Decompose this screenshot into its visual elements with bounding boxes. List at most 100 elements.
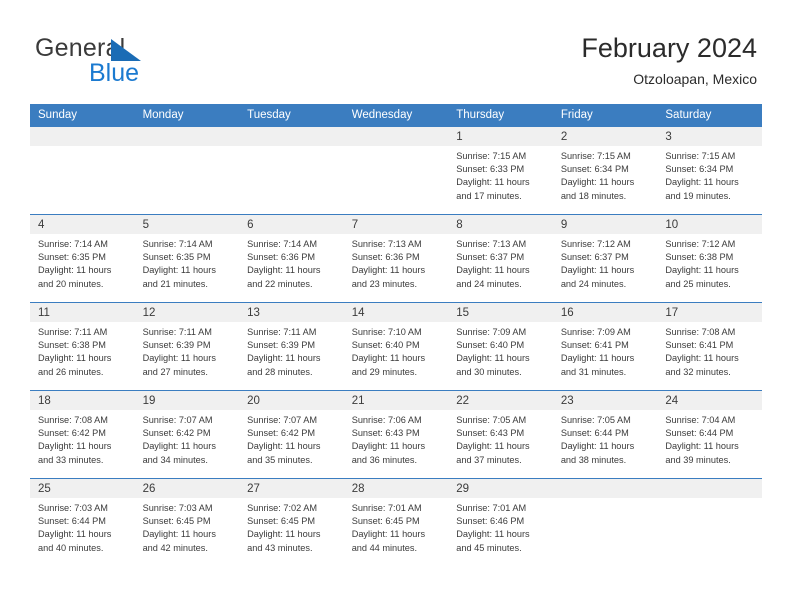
day-number: 23 [552, 391, 658, 410]
sunrise-time: Sunrise: 7:03 AM [38, 503, 108, 513]
calendar-day-cell[interactable]: 13 Sunrise: 7:11 AM Sunset: 6:39 PM Dayligh… [239, 302, 344, 391]
sunset-time: Sunset: 6:44 PM [38, 516, 106, 527]
day-number: 10 [657, 215, 762, 234]
daylight-duration-line1: Daylight: 11 hours [665, 353, 739, 364]
calendar-day-cell[interactable]: 6 Sunrise: 7:14 AM Sunset: 6:36 PM Daylight… [239, 214, 344, 303]
calendar-empty-cell [657, 478, 762, 567]
calendar-empty-cell [343, 126, 449, 215]
daylight-duration-line2: and 27 minutes. [142, 366, 208, 377]
calendar-day-cell[interactable]: 24 Sunrise: 7:04 AM Sunset: 6:44 PM Dayligh… [657, 390, 762, 479]
day-details: Sunrise: 7:08 AM Sunset: 6:42 PM Daylight:… [30, 410, 135, 467]
sunset-time: Sunset: 6:39 PM [142, 340, 211, 351]
sunset-time: Sunset: 6:36 PM [351, 252, 420, 263]
calendar-day-cell[interactable]: 8 Sunrise: 7:13 AM Sunset: 6:37 PM Daylight… [448, 214, 553, 303]
calendar-day-cell[interactable]: 7 Sunrise: 7:13 AM Sunset: 6:36 PM Daylight… [343, 214, 449, 303]
day-details: Sunrise: 7:01 AM Sunset: 6:45 PM Daylight:… [344, 498, 449, 555]
calendar-day-cell[interactable]: 19 Sunrise: 7:07 AM Sunset: 6:42 PM Dayligh… [134, 390, 240, 479]
logo-text-blue: Blue [89, 59, 140, 87]
calendar-day-cell[interactable]: 22 Sunrise: 7:05 AM Sunset: 6:43 PM Dayligh… [448, 390, 553, 479]
day-number: 29 [448, 479, 553, 498]
day-details: Sunrise: 7:12 AM Sunset: 6:38 PM Daylight:… [657, 234, 762, 291]
general-blue-logo[interactable]: General Blue [35, 36, 245, 92]
calendar-day-cell[interactable]: 21 Sunrise: 7:06 AM Sunset: 6:43 PM Dayligh… [343, 390, 449, 479]
calendar-day-cell[interactable]: 26 Sunrise: 7:03 AM Sunset: 6:45 PM Dayligh… [134, 478, 240, 567]
weekday-header-sunday: Sunday [30, 104, 135, 127]
calendar-day-cell[interactable]: 3 Sunrise: 7:15 AM Sunset: 6:34 PM Daylight… [657, 126, 762, 215]
daylight-duration-line1: Daylight: 11 hours [665, 441, 739, 452]
sunrise-time: Sunrise: 7:12 AM [560, 239, 631, 249]
calendar-day-cell[interactable]: 9 Sunrise: 7:12 AM Sunset: 6:37 PM Daylight… [552, 214, 658, 303]
day-number: 15 [448, 303, 553, 322]
sunrise-time: Sunrise: 7:08 AM [665, 327, 736, 337]
calendar-day-cell[interactable]: 10 Sunrise: 7:12 AM Sunset: 6:38 PM Dayligh… [657, 214, 762, 303]
sunrise-time: Sunrise: 7:15 AM [665, 151, 736, 161]
calendar-grid: Sunday Monday Tuesday Wednesday Thursday… [30, 104, 762, 567]
calendar-day-cell[interactable]: 4 Sunrise: 7:14 AM Sunset: 6:35 PM Daylight… [30, 214, 135, 303]
weekday-header-friday: Friday [552, 104, 658, 127]
day-details: Sunrise: 7:13 AM Sunset: 6:36 PM Daylight:… [344, 234, 449, 291]
calendar-week-row: 18 Sunrise: 7:08 AM Sunset: 6:42 PM Dayligh… [30, 390, 762, 479]
calendar-day-cell[interactable]: 16 Sunrise: 7:09 AM Sunset: 6:41 PM Dayligh… [552, 302, 658, 391]
sunrise-time: Sunrise: 7:13 AM [351, 239, 422, 249]
daylight-duration-line1: Daylight: 11 hours [142, 441, 216, 452]
sunrise-time: Sunrise: 7:12 AM [665, 239, 736, 249]
calendar-day-cell[interactable]: 2 Sunrise: 7:15 AM Sunset: 6:34 PM Daylight… [552, 126, 658, 215]
daylight-duration-line2: and 17 minutes. [456, 190, 522, 201]
calendar-day-cell[interactable]: 12 Sunrise: 7:11 AM Sunset: 6:39 PM Dayligh… [134, 302, 240, 391]
sunset-time: Sunset: 6:36 PM [247, 252, 316, 263]
day-details: Sunrise: 7:15 AM Sunset: 6:34 PM Daylight:… [657, 146, 762, 203]
sunrise-time: Sunrise: 7:09 AM [560, 327, 631, 337]
sunrise-time: Sunrise: 7:07 AM [142, 415, 213, 425]
calendar-day-cell[interactable]: 14 Sunrise: 7:10 AM Sunset: 6:40 PM Dayligh… [343, 302, 449, 391]
calendar-day-cell[interactable]: 1 Sunrise: 7:15 AM Sunset: 6:33 PM Daylight… [448, 126, 553, 215]
sunset-time: Sunset: 6:41 PM [665, 340, 734, 351]
calendar-day-cell[interactable]: 15 Sunrise: 7:09 AM Sunset: 6:40 PM Dayligh… [448, 302, 553, 391]
page-header: General Blue February 2024 Otzoloapan, M… [0, 0, 792, 104]
sunrise-time: Sunrise: 7:06 AM [351, 415, 422, 425]
daylight-duration-line2: and 45 minutes. [456, 542, 522, 553]
calendar-day-cell[interactable]: 17 Sunrise: 7:08 AM Sunset: 6:41 PM Dayligh… [657, 302, 762, 391]
calendar-week-row: 4 Sunrise: 7:14 AM Sunset: 6:35 PM Daylight… [30, 214, 762, 303]
daylight-duration-line1: Daylight: 11 hours [456, 529, 530, 540]
sunrise-time: Sunrise: 7:10 AM [351, 327, 422, 337]
daylight-duration-line2: and 40 minutes. [38, 542, 104, 553]
calendar-day-cell[interactable]: 27 Sunrise: 7:02 AM Sunset: 6:45 PM Dayligh… [239, 478, 344, 567]
sunset-time: Sunset: 6:34 PM [665, 164, 734, 175]
sunrise-time: Sunrise: 7:01 AM [456, 503, 527, 513]
day-number: 5 [134, 215, 240, 234]
daylight-duration-line2: and 43 minutes. [247, 542, 313, 553]
day-number [134, 127, 240, 146]
day-number: 11 [30, 303, 135, 322]
calendar-empty-cell [134, 126, 240, 215]
day-number: 14 [343, 303, 449, 322]
day-number: 25 [30, 479, 135, 498]
daylight-duration-line2: and 19 minutes. [665, 190, 731, 201]
day-number [239, 127, 344, 146]
daylight-duration-line1: Daylight: 11 hours [142, 353, 216, 364]
calendar-day-cell[interactable]: 18 Sunrise: 7:08 AM Sunset: 6:42 PM Dayligh… [30, 390, 135, 479]
sunset-time: Sunset: 6:45 PM [142, 516, 211, 527]
calendar-day-cell[interactable]: 23 Sunrise: 7:05 AM Sunset: 6:44 PM Dayligh… [552, 390, 658, 479]
sunset-time: Sunset: 6:41 PM [560, 340, 629, 351]
sunset-time: Sunset: 6:37 PM [560, 252, 629, 263]
daylight-duration-line2: and 30 minutes. [456, 366, 522, 377]
daylight-duration-line1: Daylight: 11 hours [247, 353, 321, 364]
day-number: 17 [657, 303, 762, 322]
day-number [343, 127, 449, 146]
day-details: Sunrise: 7:12 AM Sunset: 6:37 PM Daylight:… [553, 234, 658, 291]
day-details: Sunrise: 7:11 AM Sunset: 6:39 PM Daylight:… [239, 322, 344, 379]
calendar-day-cell[interactable]: 25 Sunrise: 7:03 AM Sunset: 6:44 PM Dayligh… [30, 478, 135, 567]
daylight-duration-line1: Daylight: 11 hours [351, 353, 426, 364]
day-details: Sunrise: 7:15 AM Sunset: 6:34 PM Daylight:… [553, 146, 658, 203]
calendar-day-cell[interactable]: 5 Sunrise: 7:14 AM Sunset: 6:35 PM Daylight… [134, 214, 240, 303]
daylight-duration-line2: and 32 minutes. [665, 366, 731, 377]
calendar-empty-cell [552, 478, 658, 567]
calendar-day-cell[interactable]: 11 Sunrise: 7:11 AM Sunset: 6:38 PM Dayligh… [30, 302, 135, 391]
calendar-day-cell[interactable]: 29 Sunrise: 7:01 AM Sunset: 6:46 PM Dayligh… [448, 478, 553, 567]
daylight-duration-line1: Daylight: 11 hours [351, 441, 426, 452]
calendar-week-row: 11 Sunrise: 7:11 AM Sunset: 6:38 PM Dayligh… [30, 302, 762, 391]
calendar-day-cell[interactable]: 20 Sunrise: 7:07 AM Sunset: 6:42 PM Dayligh… [239, 390, 344, 479]
day-details: Sunrise: 7:05 AM Sunset: 6:43 PM Daylight:… [448, 410, 553, 467]
sunrise-time: Sunrise: 7:14 AM [38, 239, 108, 249]
calendar-day-cell[interactable]: 28 Sunrise: 7:01 AM Sunset: 6:45 PM Dayligh… [343, 478, 449, 567]
